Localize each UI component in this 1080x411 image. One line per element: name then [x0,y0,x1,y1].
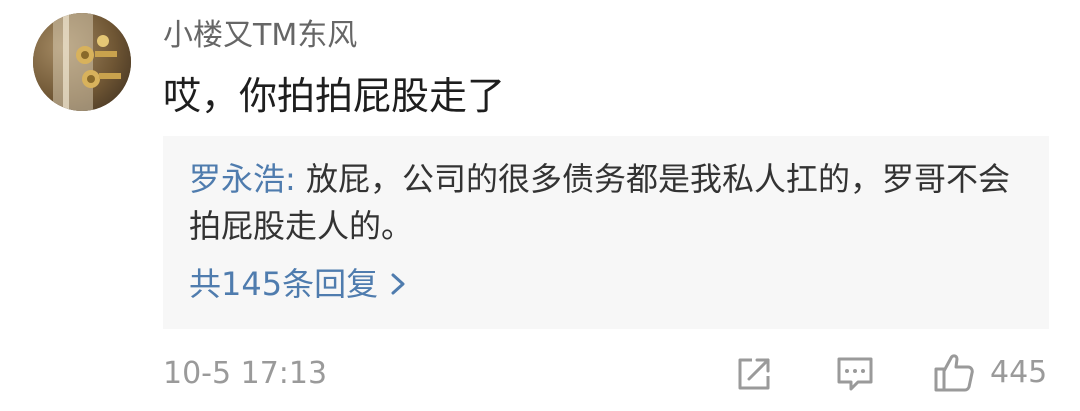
comment-text: 哎，你拍拍屁股走了 [163,74,506,118]
avatar[interactable] [33,13,131,111]
thumbs-up-icon [932,350,976,394]
chevron-right-icon [384,264,414,304]
comment-icon [834,352,876,394]
comment-timestamp: 10-5 17:13 [163,356,328,391]
avatar-image [33,13,131,111]
reply-author-separator: : [285,160,296,198]
like-button[interactable]: 445 [932,350,1052,396]
username[interactable]: 小楼又TM东风 [163,14,357,58]
view-replies-link[interactable]: 共145条回复 [189,261,414,307]
share-button[interactable] [734,354,774,394]
comment-button[interactable] [834,352,876,394]
view-replies-label: 共145条回复 [189,265,379,303]
reply-author[interactable]: 罗永浩 [189,160,285,198]
share-icon [734,354,774,394]
reply-preview[interactable]: 罗永浩: 放屁，公司的很多债务都是我私人扛的，罗哥不会拍屁股走人的。 共145条… [163,136,1049,329]
reply-preview-text: 罗永浩: 放屁，公司的很多债务都是我私人扛的，罗哥不会拍屁股走人的。 [189,156,1019,250]
like-count: 445 [990,355,1048,390]
reply-content: 放屁，公司的很多债务都是我私人扛的，罗哥不会拍屁股走人的。 [189,160,1010,245]
